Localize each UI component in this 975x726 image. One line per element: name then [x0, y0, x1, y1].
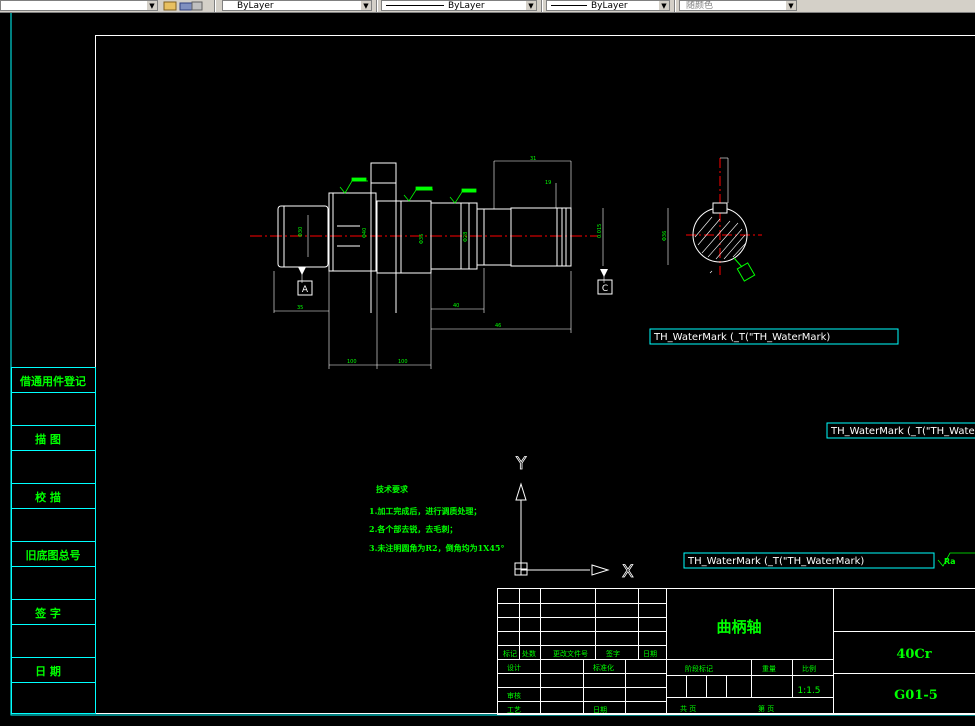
left-label-sign: 签 字 [34, 606, 61, 620]
svg-text:Φ36: Φ36 [662, 231, 668, 241]
shaft-cross-section: Φ36 [662, 157, 762, 282]
svg-text:35: 35 [297, 305, 303, 311]
lineweight-combo[interactable]: ByLayer ▼ [546, 0, 670, 11]
crankshaft-side-view: A C 31 19 0.015 Φ30 Φ40 Φ35 Φ28 35 100 1… [250, 156, 975, 567]
rev-header: 日期 [643, 650, 657, 658]
watermark-1: TH_WaterMark (_T("TH_WaterMark) [649, 328, 899, 345]
ucs-y-label: Y [515, 454, 527, 474]
part-name: 曲柄轴 [716, 618, 761, 636]
inner-frame [95, 35, 975, 714]
chevron-down-icon[interactable]: ▼ [659, 1, 669, 10]
tech-note: 1.加工完成后，进行调质处理； [369, 506, 481, 517]
outer-frame [10, 13, 975, 716]
rev-header: 更改文件号 [553, 649, 588, 658]
watermark-text: TH_WaterMark (_T("TH_WaterMark) [653, 332, 830, 343]
svg-text:100: 100 [398, 359, 408, 365]
ucs-icon: Y X [514, 454, 634, 582]
toolbar-separator [214, 0, 216, 12]
svg-text:100: 100 [347, 359, 357, 365]
row-standard: 标准化 [593, 663, 614, 672]
stage-mark: 阶段标记 [685, 664, 713, 673]
linetype-combo-value: ByLayer [448, 1, 485, 11]
datum-label-c: C [602, 284, 608, 294]
left-label-old-number: 旧底图总号 [26, 548, 81, 562]
datum-triangle [600, 269, 608, 277]
svg-text:40: 40 [453, 303, 459, 309]
left-label-trace: 描 图 [35, 432, 61, 446]
tech-note: 3.未注明圆角为R2，倒角均为1X45° [369, 543, 504, 553]
layer-tools-icon[interactable] [162, 0, 206, 12]
left-label-date: 日 期 [35, 664, 61, 678]
drawing-canvas[interactable]: 借通用件登记 描 图 校 描 旧底图总号 签 字 日 期 A C 31 19 0… [0, 13, 975, 726]
left-side-panel: 借通用件登记 描 图 校 描 旧底图总号 签 字 日 期 [11, 367, 96, 714]
rev-header: 签字 [606, 649, 620, 658]
chevron-down-icon[interactable]: ▼ [361, 1, 371, 10]
layer-combo[interactable]: ▼ [0, 0, 158, 11]
tech-title: 技术要求 [376, 484, 409, 494]
color-combo-value: ByLayer [237, 1, 274, 11]
row-design: 设计 [507, 663, 521, 672]
datum-label-a: A [302, 285, 309, 295]
color-combo[interactable]: ByLayer ▼ [222, 0, 372, 11]
svg-text:Φ28: Φ28 [463, 232, 469, 242]
lineweight-preview [551, 5, 587, 6]
left-label-register: 借通用件登记 [19, 374, 86, 388]
watermark-text: TH_WaterMark (_T("TH_WaterMark) [687, 556, 864, 567]
svg-text:0.015: 0.015 [597, 224, 603, 238]
rev-header: 标记 [503, 649, 517, 658]
material: 40Cr [896, 647, 931, 662]
linetype-preview [386, 5, 444, 6]
watermark-3: TH_WaterMark (_T("TH_WaterMark) [683, 552, 935, 569]
roughness-note: Ra [944, 557, 956, 566]
svg-text:31: 31 [530, 156, 536, 162]
svg-text:Φ30: Φ30 [298, 227, 304, 237]
technical-requirements: 技术要求 1.加工完成后，进行调质处理； 2.各个部去锐，去毛刺； 3.未注明圆… [369, 484, 504, 553]
total-sheets: 共 页 [680, 704, 696, 713]
datum-triangle [298, 267, 306, 275]
title-block: 标记 处数 更改文件号 签字 日期 设计 标准化 审核 工艺 日期 阶段标记 重… [497, 588, 975, 715]
toolbar-separator [541, 0, 543, 12]
scale-label: 比例 [802, 664, 816, 673]
lineweight-combo-value: ByLayer [591, 1, 628, 11]
row-approve: 日期 [593, 706, 607, 714]
svg-text:Φ35: Φ35 [419, 234, 425, 244]
toolbar-separator [376, 0, 378, 12]
linetype-combo[interactable]: ByLayer ▼ [381, 0, 537, 11]
left-label-check: 校 描 [35, 490, 61, 504]
watermark-2: TH_WaterMark (_T("TH_WaterMark) [826, 422, 975, 439]
ucs-x-label: X [622, 562, 634, 582]
chevron-down-icon[interactable]: ▼ [147, 1, 157, 10]
rev-header: 处数 [522, 649, 536, 658]
svg-text:46: 46 [495, 323, 501, 329]
chevron-down-icon[interactable]: ▼ [526, 1, 536, 10]
watermark-text: TH_WaterMark (_T("TH_WaterMark) [830, 426, 975, 437]
row-process: 工艺 [507, 706, 521, 714]
svg-text:19: 19 [545, 180, 551, 186]
weight-label: 重量 [762, 665, 776, 673]
sheet-no: 第 页 [758, 704, 774, 713]
chevron-down-icon[interactable]: ▼ [786, 1, 796, 10]
plotstyle-combo[interactable]: 随颜色 ▼ [679, 0, 797, 11]
plotstyle-combo-value: 随颜色 [686, 1, 714, 11]
drawing-number: G01-5 [894, 688, 938, 703]
row-review: 审核 [507, 691, 521, 700]
properties-toolbar: ▼ ByLayer ▼ ByLayer ▼ ByLayer ▼ 随颜色 ▼ [0, 0, 975, 13]
svg-text:Φ40: Φ40 [362, 228, 368, 238]
tech-note: 2.各个部去锐，去毛刺； [369, 524, 457, 535]
toolbar-separator [674, 0, 676, 12]
scale-value: 1:1.5 [797, 686, 820, 696]
